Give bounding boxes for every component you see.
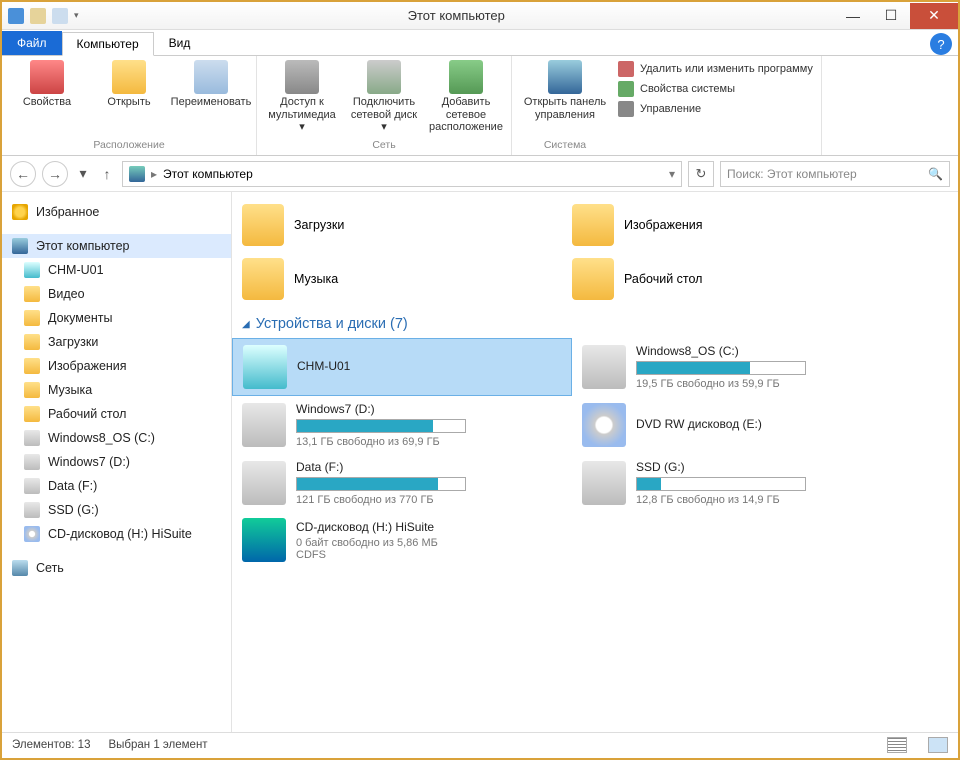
sidebar-item[interactable]: Windows7 (D:) xyxy=(2,450,231,474)
tiles-view-button[interactable] xyxy=(928,737,948,753)
ribbon-tabs: Файл Компьютер Вид ? xyxy=(2,30,958,56)
add-network-location-button[interactable]: Добавить сетевое расположение xyxy=(429,60,503,137)
status-item-count: Элементов: 13 xyxy=(12,739,90,751)
status-bar: Элементов: 13 Выбран 1 элемент xyxy=(2,732,958,756)
folder-downloads[interactable]: Загрузки xyxy=(232,198,562,252)
drive-dvd[interactable]: DVD RW дисковод (E:) xyxy=(572,396,912,454)
quick-access-toolbar: ▾ xyxy=(8,8,79,24)
computer-icon xyxy=(129,166,145,182)
recent-locations-button[interactable]: ▾ xyxy=(74,163,92,185)
folder-pictures[interactable]: Изображения xyxy=(562,198,892,252)
map-network-drive-button[interactable]: Подключить сетевой диск ▾ xyxy=(347,60,421,137)
sidebar-item[interactable]: Рабочий стол xyxy=(2,402,231,426)
sidebar-this-pc[interactable]: Этот компьютер xyxy=(2,234,231,258)
tab-computer[interactable]: Компьютер xyxy=(62,32,154,56)
ribbon: Свойства Открыть Переименовать Расположе… xyxy=(2,56,958,156)
qat-icon[interactable] xyxy=(52,8,68,24)
content-pane: Загрузки Изображения Музыка Рабочий стол… xyxy=(232,192,958,732)
folder-music[interactable]: Музыка xyxy=(232,252,562,306)
system-properties-button[interactable]: Свойства системы xyxy=(618,80,813,98)
drive-f[interactable]: Data (F:) 121 ГБ свободно из 770 ГБ xyxy=(232,454,572,512)
sidebar-item[interactable]: Изображения xyxy=(2,354,231,378)
devices-section-header[interactable]: ◢Устройства и диски (7) xyxy=(232,306,946,338)
sidebar-item[interactable]: CHM-U01 xyxy=(2,258,231,282)
media-access-button[interactable]: Доступ к мультимедиа ▾ xyxy=(265,60,339,137)
drive-d[interactable]: Windows7 (D:) 13,1 ГБ свободно из 69,9 Г… xyxy=(232,396,572,454)
device-chm-u01[interactable]: CHM-U01 xyxy=(232,338,572,396)
window-title: Этот компьютер xyxy=(79,8,834,23)
sidebar-item[interactable]: SSD (G:) xyxy=(2,498,231,522)
titlebar: ▾ Этот компьютер — ☐ ✕ xyxy=(2,2,958,30)
folder-desktop[interactable]: Рабочий стол xyxy=(562,252,892,306)
drive-g[interactable]: SSD (G:) 12,8 ГБ свободно из 14,9 ГБ xyxy=(572,454,912,512)
sidebar-item[interactable]: Документы xyxy=(2,306,231,330)
navigation-bar: ← → ▾ ↑ ▸ Этот компьютер ▾ ↻ Поиск: Этот… xyxy=(2,156,958,192)
search-box[interactable]: Поиск: Этот компьютер 🔍 xyxy=(720,161,950,187)
drive-h-hisuite[interactable]: CD-дисковод (H:) HiSuite 0 байт свободно… xyxy=(232,512,572,568)
address-path: Этот компьютер xyxy=(163,167,253,181)
address-bar[interactable]: ▸ Этот компьютер ▾ xyxy=(122,161,682,187)
search-placeholder: Поиск: Этот компьютер xyxy=(727,167,857,181)
manage-button[interactable]: Управление xyxy=(618,100,813,118)
up-button[interactable]: ↑ xyxy=(98,163,116,185)
sidebar-item[interactable]: Data (F:) xyxy=(2,474,231,498)
sidebar-item[interactable]: Windows8_OS (C:) xyxy=(2,426,231,450)
uninstall-program-button[interactable]: Удалить или изменить программу xyxy=(618,60,813,78)
minimize-button[interactable]: — xyxy=(834,3,872,29)
ribbon-group-system: Открыть панель управления Система Удалит… xyxy=(512,56,822,155)
sidebar-item[interactable]: Музыка xyxy=(2,378,231,402)
sidebar-favorites[interactable]: Избранное xyxy=(2,200,231,224)
ribbon-group-network: Доступ к мультимедиа ▾ Подключить сетево… xyxy=(257,56,512,155)
sidebar-network[interactable]: Сеть xyxy=(2,556,231,580)
tab-file[interactable]: Файл xyxy=(2,31,62,55)
ribbon-group-location: Свойства Открыть Переименовать Расположе… xyxy=(2,56,257,155)
navigation-pane: Избранное Этот компьютер CHM-U01 Видео Д… xyxy=(2,192,232,732)
sidebar-item[interactable]: Видео xyxy=(2,282,231,306)
rename-button[interactable]: Переименовать xyxy=(174,60,248,137)
search-icon: 🔍 xyxy=(928,167,943,181)
sidebar-item[interactable]: CD-дисковод (H:) HiSuite xyxy=(2,522,231,546)
drive-c[interactable]: Windows8_OS (C:) 19,5 ГБ свободно из 59,… xyxy=(572,338,912,396)
sidebar-item[interactable]: Загрузки xyxy=(2,330,231,354)
tab-view[interactable]: Вид xyxy=(154,31,206,55)
qat-icon[interactable] xyxy=(8,8,24,24)
back-button[interactable]: ← xyxy=(10,161,36,187)
maximize-button[interactable]: ☐ xyxy=(872,3,910,29)
open-button[interactable]: Открыть xyxy=(92,60,166,137)
control-panel-button[interactable]: Открыть панель управления xyxy=(520,60,610,137)
qat-icon[interactable] xyxy=(30,8,46,24)
details-view-button[interactable] xyxy=(887,737,907,753)
close-button[interactable]: ✕ xyxy=(910,3,958,29)
help-button[interactable]: ? xyxy=(930,33,952,55)
forward-button[interactable]: → xyxy=(42,161,68,187)
status-selection: Выбран 1 элемент xyxy=(108,739,207,751)
properties-button[interactable]: Свойства xyxy=(10,60,84,137)
refresh-button[interactable]: ↻ xyxy=(688,161,714,187)
